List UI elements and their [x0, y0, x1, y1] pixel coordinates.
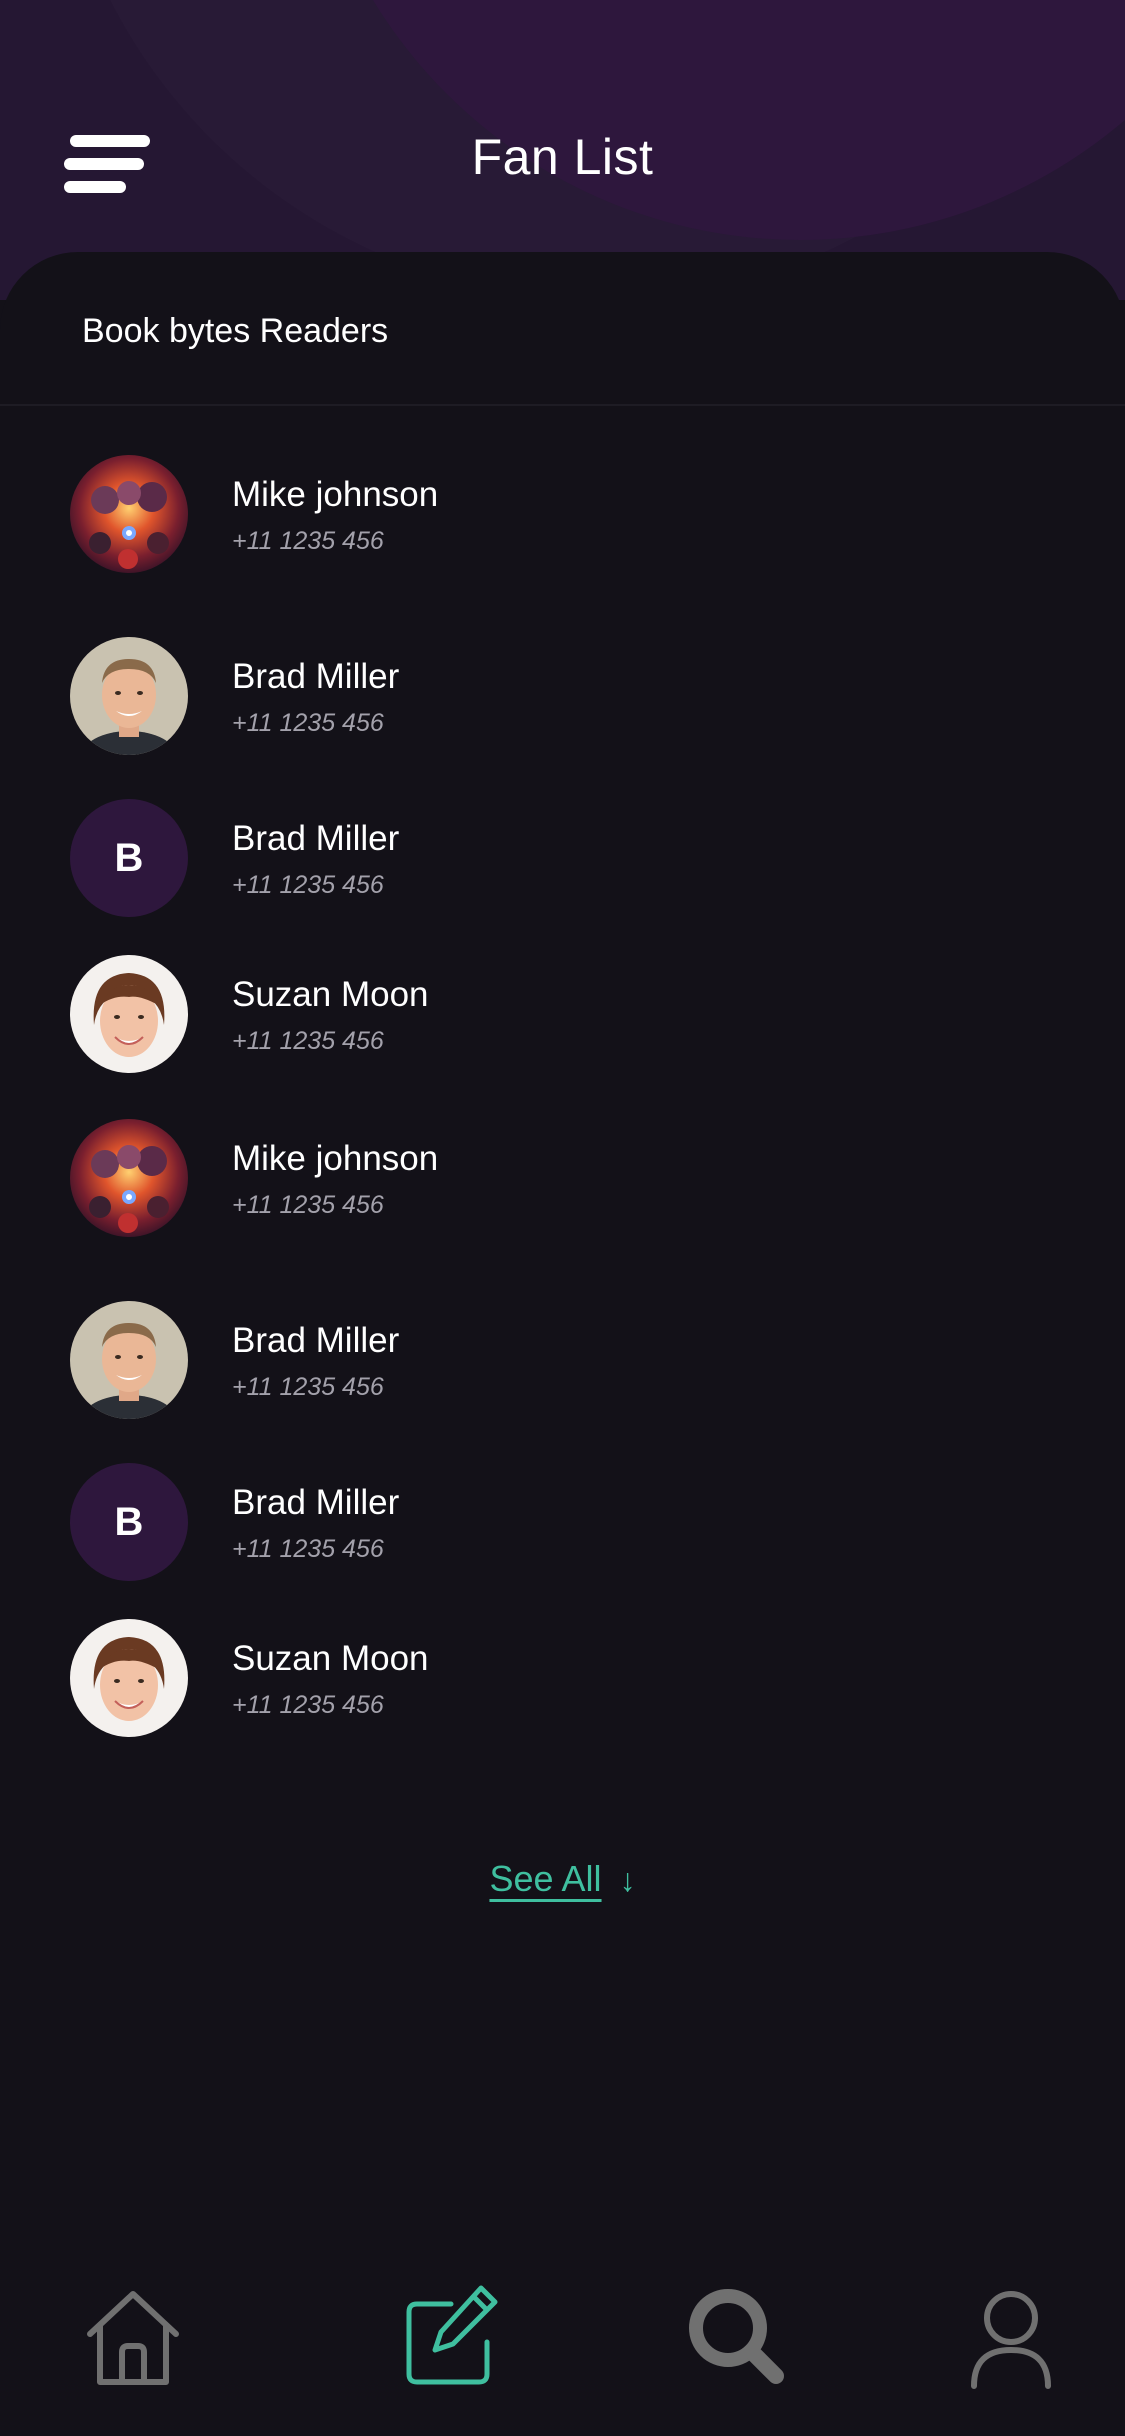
fan-phone: +11 1235 456	[232, 709, 384, 737]
fan-phone: +11 1235 456	[232, 1373, 384, 1401]
woman-photo-image	[70, 955, 188, 1073]
fan-phone: +11 1235 456	[232, 1027, 384, 1055]
fan-list-item[interactable]: B Brad Miller +11 1235 456	[70, 1463, 970, 1583]
avatar	[70, 455, 188, 573]
search-icon	[689, 2289, 784, 2384]
avengers-poster-image	[70, 455, 188, 573]
fan-list-item[interactable]: Brad Miller +11 1235 456	[70, 637, 970, 757]
avatar-initial: B	[70, 799, 188, 917]
fan-name: Mike johnson	[232, 1139, 439, 1178]
page-title: Fan List	[471, 129, 654, 185]
fan-list-item[interactable]: Suzan Moon +11 1235 456	[70, 1619, 970, 1739]
profile-icon	[971, 2291, 1051, 2389]
fan-phone: +11 1235 456	[232, 1691, 384, 1719]
edit-icon	[406, 2285, 498, 2385]
fan-list-item[interactable]: Suzan Moon +11 1235 456	[70, 955, 970, 1075]
divider	[0, 404, 1125, 406]
avatar	[70, 1619, 188, 1737]
section-title: Book bytes Readers	[82, 312, 389, 350]
avatar	[70, 637, 188, 755]
fan-name: Brad Miller	[232, 657, 400, 696]
man-photo-image	[70, 1301, 188, 1419]
fan-list-item[interactable]: Mike johnson +11 1235 456	[70, 455, 970, 575]
nav-home[interactable]	[78, 2282, 188, 2392]
arrow-down-icon[interactable]: ↓	[620, 1862, 636, 1899]
avatar	[70, 1301, 188, 1419]
fan-list-item[interactable]: Brad Miller +11 1235 456	[70, 1301, 970, 1421]
see-all-container: See All ↓	[0, 1858, 1125, 1900]
fan-name: Brad Miller	[232, 1483, 400, 1522]
nav-profile[interactable]	[956, 2282, 1066, 2392]
fan-name: Suzan Moon	[232, 975, 429, 1014]
fan-phone: +11 1235 456	[232, 1535, 384, 1563]
avengers-poster-image	[70, 1119, 188, 1237]
woman-photo-image	[70, 1619, 188, 1737]
nav-edit[interactable]	[395, 2282, 505, 2392]
fan-phone: +11 1235 456	[232, 527, 384, 555]
fan-list-item[interactable]: Mike johnson +11 1235 456	[70, 1119, 970, 1239]
fan-phone: +11 1235 456	[232, 871, 384, 899]
fan-name: Brad Miller	[232, 819, 400, 858]
see-all-link[interactable]: See All	[489, 1858, 601, 1899]
home-icon	[87, 2291, 179, 2385]
avatar-initial: B	[70, 1463, 188, 1581]
fan-phone: +11 1235 456	[232, 1191, 384, 1219]
fan-list-item[interactable]: B Brad Miller +11 1235 456	[70, 799, 970, 919]
nav-search[interactable]	[680, 2282, 790, 2392]
avatar	[70, 955, 188, 1073]
fan-name: Mike johnson	[232, 475, 439, 514]
fan-name: Brad Miller	[232, 1321, 400, 1360]
fan-name: Suzan Moon	[232, 1639, 429, 1678]
man-photo-image	[70, 637, 188, 755]
bottom-nav	[0, 2260, 1125, 2436]
fan-list-card: Book bytes Readers Mike johnson +11 1235…	[0, 252, 1125, 2436]
avatar	[70, 1119, 188, 1237]
